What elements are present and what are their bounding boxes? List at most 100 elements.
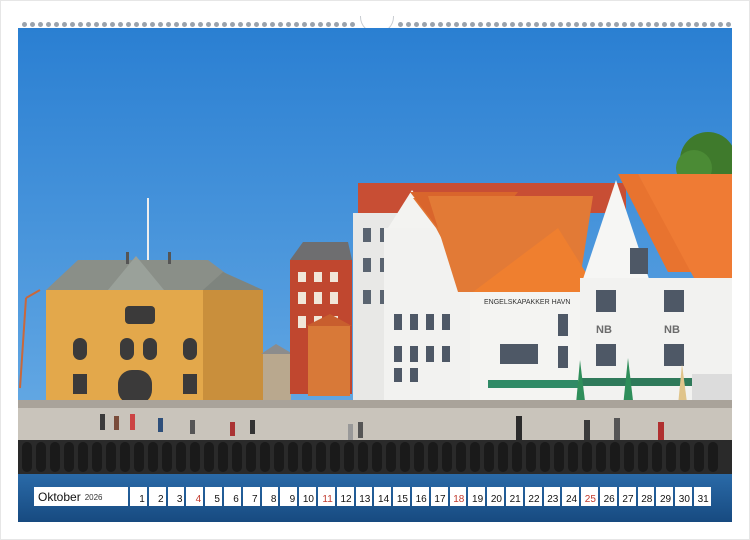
binding-hole xyxy=(110,22,115,27)
binding-hole xyxy=(446,22,451,27)
month-year: 2026 xyxy=(84,493,103,502)
binding-hole xyxy=(614,22,619,27)
binding-hole xyxy=(326,22,331,27)
binding-hole xyxy=(590,22,595,27)
day-number: 22 xyxy=(528,494,540,505)
day-number: 3 xyxy=(176,494,183,505)
day-number: 9 xyxy=(289,494,296,505)
day-number: 19 xyxy=(472,494,484,505)
day-cell: 8 xyxy=(261,487,279,506)
day-cell: 29 xyxy=(656,487,674,506)
binding-hole xyxy=(350,22,355,27)
day-number: 5 xyxy=(214,494,220,505)
binding-hole xyxy=(702,22,707,27)
binding-hole xyxy=(646,22,651,27)
day-cell: 18 xyxy=(449,487,467,506)
day-number: 7 xyxy=(252,494,258,505)
day-number: 14 xyxy=(378,494,390,505)
binding-hole xyxy=(414,22,419,27)
restaurant-sign: ENGELSKAPAKKER HAVN xyxy=(484,299,571,306)
day-cell: 21 xyxy=(505,487,523,506)
binding-hole xyxy=(294,22,299,27)
binding-hole xyxy=(198,22,203,27)
binding-hole xyxy=(262,22,267,27)
binding-hole xyxy=(574,22,579,27)
calendar-page: ENGELSKAPAKKER HAVN NB NB Oktober 2026 1… xyxy=(0,0,750,540)
binding-hole xyxy=(190,22,195,27)
binding-hole xyxy=(694,22,699,27)
day-cell: 27 xyxy=(618,487,636,506)
day-cell: 19 xyxy=(468,487,486,506)
day-number: 2 xyxy=(158,494,164,505)
day-number: 20 xyxy=(490,494,502,505)
day-cell: 2 xyxy=(148,487,166,506)
binding-hole xyxy=(238,22,243,27)
day-cell: 11 xyxy=(317,487,335,506)
binding-hole xyxy=(422,22,427,27)
binding-hole xyxy=(582,22,587,27)
binding-hole xyxy=(510,22,515,27)
binding-hole xyxy=(126,22,131,27)
day-cell: 12 xyxy=(336,487,354,506)
binding-hole xyxy=(470,22,475,27)
binding-hole xyxy=(302,22,307,27)
day-cell: 3 xyxy=(167,487,185,506)
day-cells: 1 2 3 4 5 6 7 8 9 10 11 12 13 14 15 16 17 18 19 20 21 22 23 24 2… xyxy=(130,487,711,506)
day-cell: 28 xyxy=(637,487,655,506)
month-name: Oktober xyxy=(38,489,81,504)
binding-hole xyxy=(478,22,483,27)
day-number: 15 xyxy=(396,494,408,505)
binding-hole xyxy=(342,22,347,27)
day-number: 26 xyxy=(603,494,615,505)
binding-hole xyxy=(102,22,107,27)
day-cell: 26 xyxy=(599,487,617,506)
small-building xyxy=(263,354,291,404)
binding-hole xyxy=(142,22,147,27)
binding-hole xyxy=(54,22,59,27)
day-number: 30 xyxy=(678,494,690,505)
day-number: 25 xyxy=(584,494,596,505)
binding-hole xyxy=(558,22,563,27)
day-cell: 31 xyxy=(693,487,711,506)
binding-hole xyxy=(526,22,531,27)
binding-hole xyxy=(246,22,251,27)
day-number: 21 xyxy=(509,494,521,505)
binding-hole xyxy=(150,22,155,27)
binding-hole xyxy=(310,22,315,27)
binding-hole xyxy=(598,22,603,27)
binding-hole xyxy=(494,22,499,27)
binding-hole xyxy=(182,22,187,27)
binding-hole xyxy=(46,22,51,27)
binding-hole xyxy=(22,22,27,27)
binding-hole xyxy=(486,22,491,27)
binding-hole xyxy=(334,22,339,27)
month-label: Oktober 2026 xyxy=(34,487,128,506)
binding-hole xyxy=(286,22,291,27)
house-letters-right: NB xyxy=(664,324,680,336)
binding-hole xyxy=(158,22,163,27)
day-cell: 7 xyxy=(242,487,260,506)
day-number: 11 xyxy=(322,494,333,505)
red-building xyxy=(290,242,352,396)
day-cell: 23 xyxy=(543,487,561,506)
binding-hole xyxy=(214,22,219,27)
binding-hole xyxy=(254,22,259,27)
binding-hole xyxy=(406,22,411,27)
binding-hole xyxy=(30,22,35,27)
binding-hole xyxy=(710,22,715,27)
day-cell: 16 xyxy=(411,487,429,506)
binding-hole xyxy=(318,22,323,27)
binding-hole xyxy=(118,22,123,27)
binding-hole xyxy=(630,22,635,27)
house-letters-left: NB xyxy=(596,324,612,336)
binding-hole xyxy=(534,22,539,27)
binding-hole xyxy=(726,22,731,27)
day-cell: 17 xyxy=(430,487,448,506)
day-number: 8 xyxy=(270,494,277,505)
binding-hole xyxy=(166,22,171,27)
harbour-photo: ENGELSKAPAKKER HAVN NB NB xyxy=(18,28,732,522)
binding-hole xyxy=(622,22,627,27)
day-number: 12 xyxy=(340,494,352,505)
binding-hole xyxy=(550,22,555,27)
binding-hole xyxy=(278,22,283,27)
